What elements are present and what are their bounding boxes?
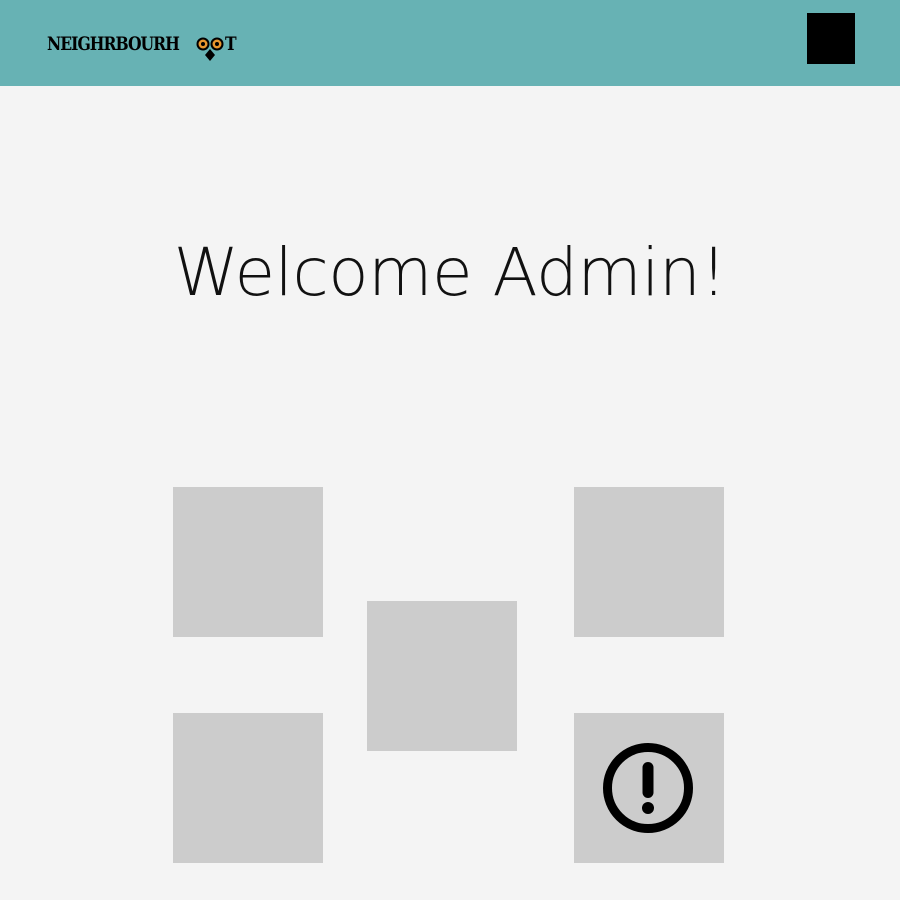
dashboard-tile-1[interactable] [173, 487, 323, 637]
alert-circle-icon [603, 743, 693, 833]
site-logo[interactable]: NEIGHRBOURH T [47, 30, 237, 66]
dashboard-tile-2[interactable] [574, 487, 724, 637]
logo-text-left: NEIGHRBOURH [47, 33, 180, 55]
dashboard-tile-3[interactable] [367, 601, 517, 751]
logo-text-right: T [225, 33, 237, 55]
welcome-heading: Welcome Admin! [173, 234, 727, 311]
top-header: NEIGHRBOURH T [0, 0, 900, 86]
dashboard-tile-alerts[interactable] [574, 713, 724, 863]
dashboard-tile-4[interactable] [173, 713, 323, 863]
menu-button[interactable] [807, 13, 855, 64]
